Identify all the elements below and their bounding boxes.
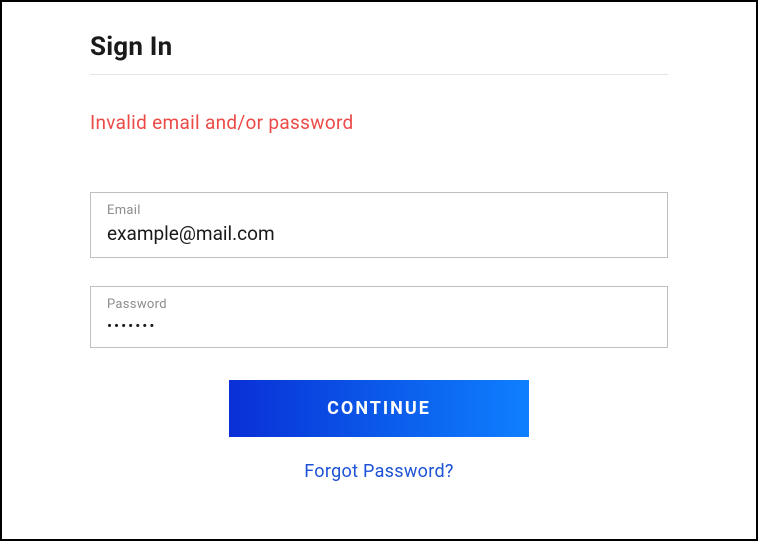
continue-button[interactable]: CONTINUE [229,380,529,437]
title-divider [90,74,668,75]
forgot-password-link[interactable]: Forgot Password? [304,461,454,482]
email-field-container[interactable]: Email [90,192,668,258]
email-label: Email [107,203,651,218]
error-message: Invalid email and/or password [90,111,668,134]
actions-container: CONTINUE Forgot Password? [90,380,668,482]
password-input[interactable] [107,317,651,335]
email-input[interactable] [107,222,651,245]
signin-panel: Sign In Invalid email and/or password Em… [0,0,758,541]
password-field-container[interactable]: Password [90,286,668,348]
password-label: Password [107,297,651,312]
page-title: Sign In [90,32,668,62]
